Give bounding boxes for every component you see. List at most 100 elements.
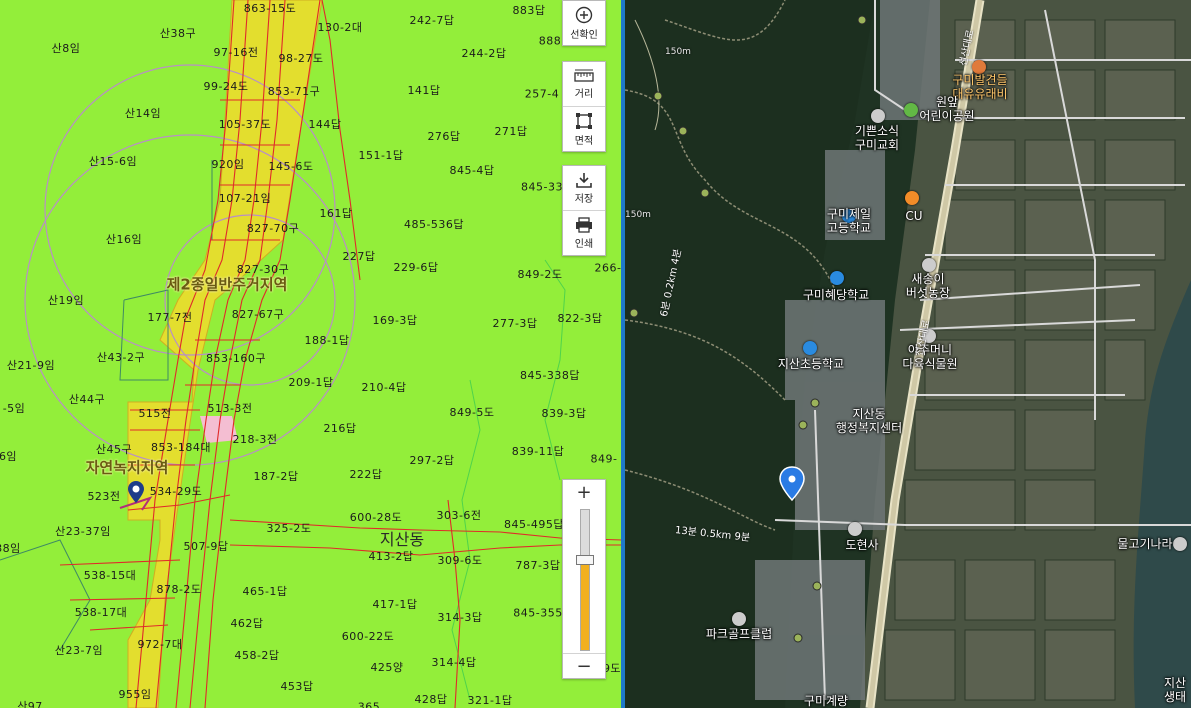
contour-label: 150m	[625, 210, 651, 220]
parcel-label: 130-2대	[317, 21, 363, 34]
parcel-label: 141답	[407, 84, 441, 97]
parcel-label: 515전	[138, 407, 172, 420]
park-icon[interactable]	[904, 103, 918, 117]
convenience-store-icon[interactable]	[905, 191, 919, 205]
church-icon[interactable]	[871, 109, 885, 123]
cadastral-map[interactable]: 863-15도 130-2대 242-7답 883답 888 산38구 산8임 97-16전 9…	[0, 0, 622, 708]
parcel-label: 600-28도	[349, 511, 403, 524]
distance-label: 거리	[574, 88, 594, 100]
parcel-label: 229-6답	[393, 261, 439, 274]
poi-label[interactable]: 기쁜소식 구미교회	[855, 124, 899, 152]
radius-check-label: 선확인	[570, 29, 598, 41]
parcel-label: 523전	[87, 490, 121, 503]
satellite-map[interactable]: 구미발견들 대유유래비 원앞 어린이공원 기쁜소식 구미교회 구미제일 고등학교 CU 새송이 버섯…	[625, 0, 1191, 708]
parcel-label: 849-	[590, 452, 618, 466]
parcel-label: 257-4	[524, 87, 560, 101]
parcel-label: 365	[357, 700, 381, 708]
parcel-label: 산14임	[124, 107, 162, 120]
parcel-label: 6임	[0, 450, 18, 463]
parcel-label: 산38구	[159, 27, 197, 40]
measure-toolbar: 거리 면적	[562, 61, 606, 152]
poi-label[interactable]: 파크골프클럽	[706, 627, 772, 641]
parcel-label: 853-160구	[205, 352, 267, 365]
poi-label[interactable]: 도현사	[845, 538, 878, 552]
parcel-label: 161답	[319, 207, 353, 220]
zoom-in-button[interactable]: +	[563, 480, 605, 504]
print-button[interactable]: 인쇄	[563, 210, 605, 255]
parcel-label: 산21-9임	[6, 359, 56, 372]
place-icon[interactable]	[922, 258, 936, 272]
parcel-label: 321-1답	[467, 694, 513, 707]
parcel-label: 465-1답	[242, 585, 288, 598]
parcel-label: 산19임	[47, 294, 85, 307]
poi-label[interactable]: 구미혜당학교	[803, 288, 869, 302]
parcel-label: 산23-7임	[54, 644, 104, 657]
parcel-label: 144답	[308, 118, 342, 131]
poi-label[interactable]: CU	[905, 209, 922, 223]
distance-button[interactable]: 거리	[563, 62, 605, 106]
poi-label[interactable]: 원앞 어린이공원	[919, 95, 974, 123]
parcel-label: 845-495답	[503, 518, 565, 531]
save-label: 저장	[574, 193, 594, 205]
parcel-label: 863-15도	[243, 2, 297, 15]
parcel-label: 849-5도	[449, 406, 495, 419]
parcel-label: 227답	[342, 250, 376, 263]
parcel-label: 99-24도	[203, 80, 249, 93]
school-icon[interactable]	[803, 341, 817, 355]
parcel-label: 177-7전	[147, 311, 193, 324]
parcel-label: 266-	[594, 261, 622, 275]
parcel-label: 827-70구	[246, 222, 300, 235]
parcel-label: 458-2답	[234, 649, 280, 662]
parcel-label: 453답	[280, 680, 314, 693]
parcel-label: 538-17대	[74, 606, 128, 619]
parcel-label: 산8임	[51, 42, 81, 55]
area-label: 면적	[574, 135, 594, 147]
poi-label[interactable]: 구미제일 고등학교	[827, 207, 871, 235]
parcel-label: 428답	[414, 693, 448, 706]
parcel-label: 309-6도	[437, 554, 483, 567]
download-icon	[576, 172, 592, 188]
parcel-label: 485-536답	[403, 218, 465, 231]
zoom-level-fill	[581, 559, 589, 650]
location-pin-icon[interactable]	[128, 481, 144, 505]
parcel-label: 845-355	[513, 606, 563, 620]
school-icon[interactable]	[830, 271, 844, 285]
parcel-label: 244-2답	[461, 47, 507, 60]
poi-label[interactable]: 새송이 버섯농장	[906, 272, 950, 300]
poi-label[interactable]: 지산초등학교	[778, 357, 844, 371]
monument-icon[interactable]	[972, 60, 986, 74]
area-button[interactable]: 면적	[563, 106, 605, 151]
parcel-label: 218-3전	[232, 433, 278, 446]
parcel-label: 425양	[370, 661, 404, 674]
zone-label: 자연녹지지역	[85, 458, 169, 477]
dong-label: 지산동	[379, 530, 425, 549]
radius-check-button[interactable]: 선확인	[563, 1, 605, 45]
golf-icon[interactable]	[732, 612, 746, 626]
poi-label[interactable]: 구미계량	[804, 694, 848, 708]
parcel-label: 38임	[0, 542, 21, 555]
zoom-out-button[interactable]: −	[563, 653, 605, 678]
parcel-label: 314-4답	[431, 656, 477, 669]
save-button[interactable]: 저장	[563, 166, 605, 210]
parcel-label: 413-2답	[368, 550, 414, 563]
parcel-label: 314-3답	[437, 611, 483, 624]
parcel-label: 151-1답	[358, 149, 404, 162]
area-icon	[576, 112, 592, 129]
parcel-label: 산23-37임	[55, 525, 111, 538]
zoom-slider-thumb[interactable]	[576, 555, 594, 565]
parcel-label: 242-7답	[409, 14, 455, 27]
parcel-label: 462답	[230, 617, 264, 630]
parcel-label: 325-2도	[266, 522, 312, 535]
parcel-label: 169-3답	[372, 314, 418, 327]
shop-icon[interactable]	[1173, 537, 1187, 551]
poi-label[interactable]: 물고기나라	[1117, 537, 1172, 551]
zoom-slider[interactable]	[576, 509, 594, 651]
parcel-label: 417-1답	[372, 598, 418, 611]
zoom-control: + −	[562, 479, 606, 679]
parcel-label: 210-4답	[361, 381, 407, 394]
temple-icon[interactable]	[848, 522, 862, 536]
poi-label[interactable]: 지산동 행정복지센터	[836, 407, 902, 435]
parcel-label: 827-67구	[231, 308, 285, 321]
poi-label[interactable]: 지산 생태	[1164, 676, 1186, 704]
parcel-label: 216답	[323, 422, 357, 435]
